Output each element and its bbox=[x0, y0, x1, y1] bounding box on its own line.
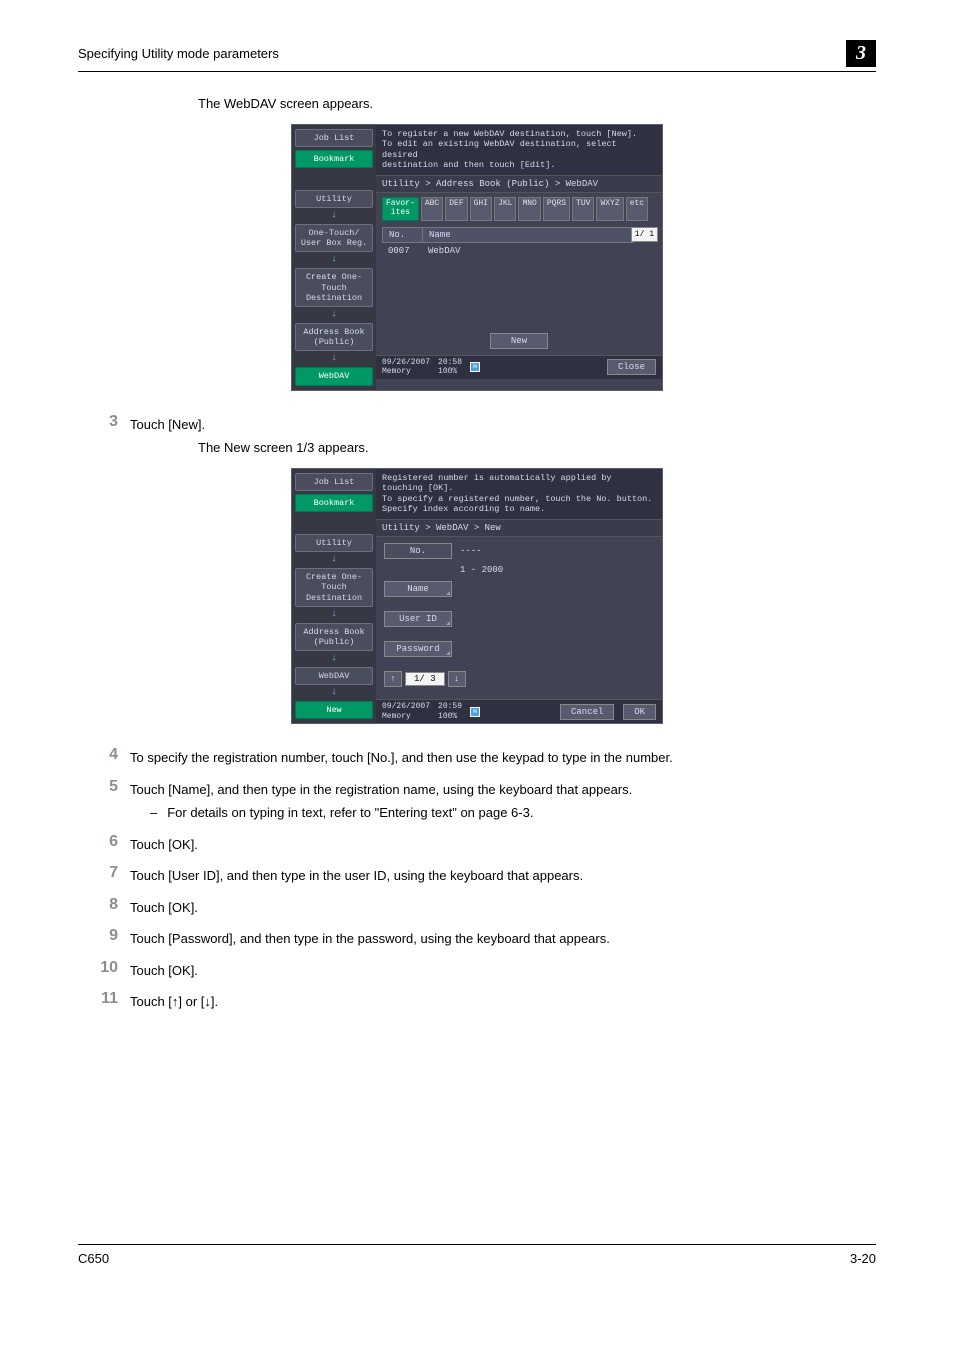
tab-wxyz[interactable]: WXYZ bbox=[596, 197, 623, 221]
webdav-button[interactable]: WebDAV bbox=[295, 367, 373, 385]
down-arrow-icon: ↓ bbox=[295, 310, 373, 320]
step-text: Touch [OK]. bbox=[130, 896, 876, 918]
step-text: Touch [User ID], and then type in the us… bbox=[130, 864, 876, 886]
tab-pqrs[interactable]: PQRS bbox=[543, 197, 570, 221]
step-number: 10 bbox=[78, 959, 118, 977]
step-number: 9 bbox=[78, 927, 118, 945]
create-one-touch-button[interactable]: Create One-Touch Destination bbox=[295, 268, 373, 307]
down-arrow-icon: ↓ bbox=[295, 610, 373, 620]
close-button[interactable]: Close bbox=[607, 359, 656, 375]
name-button[interactable]: Name bbox=[384, 581, 452, 597]
step-text: Touch [New]. bbox=[130, 415, 876, 435]
bookmark-button[interactable]: Bookmark bbox=[295, 150, 373, 168]
no-range: 1 - 2000 bbox=[460, 565, 503, 575]
page-down-button[interactable]: ↓ bbox=[448, 671, 466, 687]
address-book-button[interactable]: Address Book (Public) bbox=[295, 323, 373, 351]
bookmark-button[interactable]: Bookmark bbox=[295, 494, 373, 512]
create-one-touch-button[interactable]: Create One-Touch Destination bbox=[295, 568, 373, 607]
step-number: 4 bbox=[78, 746, 118, 764]
step-subtext: The New screen 1/3 appears. bbox=[198, 438, 876, 458]
status-memory-value: 100% bbox=[438, 712, 457, 721]
job-list-button[interactable]: Job List bbox=[295, 129, 373, 147]
tab-def[interactable]: DEF bbox=[445, 197, 467, 221]
status-date: 09/26/2007 bbox=[382, 358, 430, 367]
cancel-button[interactable]: Cancel bbox=[560, 704, 614, 720]
step-text: Touch [Password], and then type in the p… bbox=[130, 927, 876, 949]
webdav-list-screenshot: Job List Bookmark Utility ↓ One-Touch/ U… bbox=[291, 124, 663, 391]
section-title: Specifying Utility mode parameters bbox=[78, 46, 279, 61]
status-memory-label: Memory bbox=[382, 367, 411, 376]
item-no: 0007 bbox=[388, 246, 428, 256]
tab-mno[interactable]: MNO bbox=[518, 197, 540, 221]
status-time: 20:58 bbox=[438, 358, 462, 367]
new-button[interactable]: New bbox=[490, 333, 548, 349]
status-memory-label: Memory bbox=[382, 712, 411, 721]
down-arrow-icon: ↓ bbox=[295, 255, 373, 265]
down-arrow-icon: ↓ bbox=[295, 555, 373, 565]
status-time: 20:59 bbox=[438, 702, 462, 711]
step-number: 8 bbox=[78, 896, 118, 914]
step-number: 6 bbox=[78, 833, 118, 851]
breadcrumb: Utility > WebDAV > New bbox=[376, 519, 662, 537]
job-list-button[interactable]: Job List bbox=[295, 473, 373, 491]
no-value: ---- bbox=[460, 546, 482, 556]
utility-button[interactable]: Utility bbox=[295, 190, 373, 208]
step-subtext: For details on typing in text, refer to … bbox=[167, 803, 533, 823]
chapter-number: 3 bbox=[846, 40, 876, 67]
step-text: To specify the registration number, touc… bbox=[130, 746, 876, 768]
instruction-text: To register a new WebDAV destination, to… bbox=[376, 125, 662, 176]
list-item[interactable]: 0007 WebDAV bbox=[382, 245, 634, 257]
new-nav-button[interactable]: New bbox=[295, 701, 373, 719]
tab-abc[interactable]: ABC bbox=[421, 197, 443, 221]
list-body: 1/ 1 0007 WebDAV bbox=[382, 243, 634, 329]
step-text: Touch [OK]. bbox=[130, 833, 876, 855]
address-book-button[interactable]: Address Book (Public) bbox=[295, 623, 373, 651]
password-button[interactable]: Password bbox=[384, 641, 452, 657]
user-id-button[interactable]: User ID bbox=[384, 611, 452, 627]
no-button[interactable]: No. bbox=[384, 543, 452, 559]
index-tabs: Favor- ites ABC DEF GHI JKL MNO PQRS TUV… bbox=[376, 193, 662, 225]
item-name: WebDAV bbox=[428, 246, 460, 256]
step-number: 5 bbox=[78, 778, 118, 796]
page-up-button[interactable]: ↑ bbox=[384, 671, 402, 687]
down-arrow-icon: ↓ bbox=[295, 354, 373, 364]
tab-ghi[interactable]: GHI bbox=[470, 197, 492, 221]
step-number: 11 bbox=[78, 990, 118, 1008]
status-memory-value: 100% bbox=[438, 367, 457, 376]
one-touch-button[interactable]: One-Touch/ User Box Reg. bbox=[295, 224, 373, 252]
webdav-button[interactable]: WebDAV bbox=[295, 667, 373, 685]
col-no-header: No. bbox=[383, 228, 423, 242]
step-text: Touch [OK]. bbox=[130, 959, 876, 981]
down-arrow-icon: ↓ bbox=[295, 211, 373, 221]
list-header: No. Name bbox=[382, 227, 634, 243]
page-indicator: 1/ 1 bbox=[631, 227, 658, 242]
tab-jkl[interactable]: JKL bbox=[494, 197, 516, 221]
breadcrumb: Utility > Address Book (Public) > WebDAV bbox=[376, 175, 662, 193]
col-name-header: Name bbox=[423, 228, 633, 242]
tab-etc[interactable]: etc bbox=[626, 197, 648, 221]
status-icon: ✉ bbox=[470, 707, 480, 717]
utility-button[interactable]: Utility bbox=[295, 534, 373, 552]
intro-text: The WebDAV screen appears. bbox=[198, 94, 876, 114]
webdav-new-screenshot: Job List Bookmark Utility ↓ Create One-T… bbox=[291, 468, 663, 725]
status-icon: ✉ bbox=[470, 362, 480, 372]
tab-favorites[interactable]: Favor- ites bbox=[382, 197, 419, 221]
down-arrow-icon: ↓ bbox=[295, 688, 373, 698]
footer-page: 3-20 bbox=[850, 1251, 876, 1266]
step-number: 3 bbox=[78, 413, 118, 431]
page-number: 1/ 3 bbox=[405, 672, 445, 686]
step-text: Touch [Name], and then type in the regis… bbox=[130, 780, 876, 800]
step-text: Touch [↑] or [↓]. bbox=[130, 990, 876, 1012]
bullet-dash: – bbox=[150, 803, 157, 823]
ok-button[interactable]: OK bbox=[623, 704, 656, 720]
tab-tuv[interactable]: TUV bbox=[572, 197, 594, 221]
footer-model: C650 bbox=[78, 1251, 109, 1266]
step-number: 7 bbox=[78, 864, 118, 882]
instruction-text: Registered number is automatically appli… bbox=[376, 469, 662, 520]
down-arrow-icon: ↓ bbox=[295, 654, 373, 664]
status-date: 09/26/2007 bbox=[382, 702, 430, 711]
